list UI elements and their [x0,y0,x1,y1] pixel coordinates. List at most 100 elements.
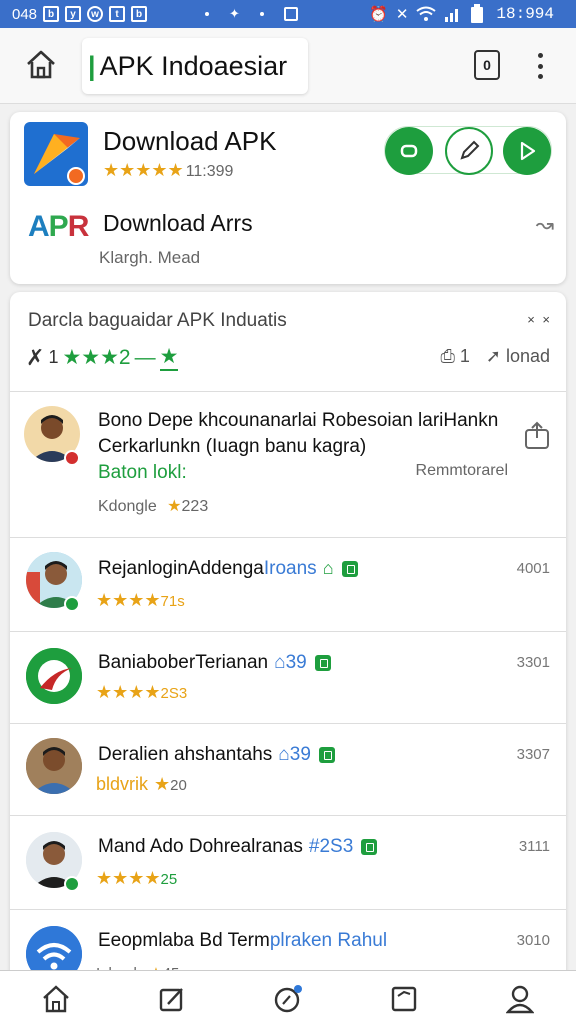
tag-icon [318,746,335,763]
post-name-text: BaniaboberTerianan [98,652,269,673]
post-name-text: Mand Ado Dohrealranas [98,836,303,857]
sub-app-title[interactable]: Download Arrs [103,210,253,237]
post-name-accent[interactable]: 39 [290,744,311,765]
nav-tabs[interactable] [388,983,420,1015]
house-icon: ⌂ [322,558,334,578]
post-rating: 71s [160,593,185,610]
listing-title: Darcla baguaidar APK Induatis [28,310,287,331]
app-logo[interactable] [24,122,88,186]
listing-header: Darcla baguaidar APK Induatis × × ✗ 1 ★★… [10,292,566,392]
post-name-accent[interactable]: plraken Rahul [270,930,387,951]
play-button[interactable] [503,127,551,175]
close-button[interactable]: × × [527,312,552,327]
notification-icon: b [43,6,60,22]
post-highlight[interactable]: Baton lokl: [98,462,187,484]
list-item[interactable]: BaniaboberTerianan ⌂39 ★★★★2S3 3301 [10,632,566,724]
play-icon [520,141,536,161]
post-count: 3111 [518,838,550,855]
post-rating: 2S3 [160,685,188,702]
list-item[interactable]: Deralien ahshantahs ⌂39 bldvrik ★20 3307 [10,724,566,816]
status-time: 18:994 [496,5,554,23]
post-action[interactable]: Remmtorarel [416,462,508,480]
signal-icon [445,9,459,22]
wifi-icon [416,6,437,21]
app-rating: ★★★★★ 11:399 [103,160,233,181]
post-title-line1: Bono Depe khcounanarlai Robesoian lariHa… [98,410,499,431]
home-button[interactable] [24,48,58,82]
listing-card: Darcla baguaidar APK Induatis × × ✗ 1 ★★… [10,292,566,982]
tab-switcher-button[interactable]: 0 [474,50,500,80]
status-bar: 048 b y w t b ✦ ⏰ ✕ 18:994 [0,0,576,28]
rating-stars: ★★★2 [62,346,131,369]
post-count: 3307 [516,746,550,763]
share-label: lonad [505,346,550,366]
browser-toolbar: | APK Indoaesiar 0 [0,28,576,104]
edit-button[interactable] [445,127,493,175]
bookmark-button[interactable]: ⎙ 1 [440,346,469,367]
open-button[interactable] [385,127,433,175]
tabs-icon [391,986,417,1012]
chevron-right-icon[interactable]: ↝ [536,212,554,238]
star-icon: ★ [154,774,171,794]
post-name-accent[interactable]: 39 [286,652,307,673]
tag-icon [361,838,378,855]
rating-prefix: 1 [48,347,59,367]
bookmark-count: 1 [459,346,470,366]
rating-count: 11:399 [185,163,234,180]
nav-explore[interactable] [272,983,304,1015]
nav-profile[interactable] [504,983,536,1015]
share-icon[interactable] [522,420,552,455]
tag-icon [314,654,331,671]
post-rating-line: bldvrik ★20 [96,774,187,795]
post-title-line2: Cerkarlunkn (Iuagn banu kagra) [98,436,367,457]
post-count: 3010 [516,932,550,949]
post-meta-text: Kdongle [98,498,157,515]
apr-logo: APR [28,210,89,243]
star-rating: ★★★★ [96,682,161,702]
overflow-menu-button[interactable] [530,50,550,82]
alarm-icon: ⏰ [369,6,388,23]
url-bar[interactable]: | APK Indoaesiar [82,38,308,94]
home-icon [43,985,69,1013]
post-count: 4001 [516,560,550,577]
tag-icon [341,560,358,577]
post-rating-line: ★★★★2S3 [96,682,187,703]
post-stars-text: bldvrik [96,774,149,794]
tab-count: 0 [483,57,491,73]
house-icon: ⌂ [278,744,290,765]
verified-badge-icon [64,450,80,466]
share-button[interactable]: ➚ lonad [486,346,550,367]
mute-icon: ✕ [395,6,409,23]
notification-icon: y [65,6,82,22]
star-rating: ★★★★★ [103,160,184,180]
post-rating: 223 [181,498,209,515]
post-rating: 25 [160,871,178,888]
bottom-navigation [0,970,576,1024]
notification-icon: w [87,6,104,22]
open-icon [400,144,418,158]
secure-icon: | [88,50,96,81]
post-name-accent[interactable]: Iroans [264,558,317,579]
cross-icon[interactable]: ✗ [26,345,44,371]
post-title: Deralien ahshantahs ⌂39 [98,744,335,766]
app-avatar [26,648,82,704]
post-rating-line: ★★★★25 [96,868,177,889]
nav-home[interactable] [40,983,72,1015]
verified-badge-icon [64,876,80,892]
post-name-accent[interactable]: #2S3 [309,836,353,857]
post-name-text: Eeopmlaba Bd Term [98,930,270,951]
listing-tools: ⎙ 1 ➚ lonad [440,346,550,367]
verified-badge-icon [64,596,80,612]
app-title[interactable]: Download APK [103,126,276,157]
battery-icon [471,4,484,23]
notification-icon: t [109,6,126,22]
listing-rating: ✗ 1 ★★★2 — ★ [26,344,179,371]
notification-icon: b [131,6,148,22]
list-item[interactable]: RejanloginAddengaIroans ⌂ ★★★★71s 4001 [10,538,566,632]
post-name-text: RejanloginAddenga [98,558,264,579]
list-item[interactable]: Mand Ado Dohrealranas #2S3 ★★★★25 3111 [10,816,566,910]
list-item[interactable]: Bono Depe khcounanarlai Robesoian lariHa… [10,392,566,538]
post-title: Eeopmlaba Bd Termplraken Rahul [98,930,387,952]
nav-edit[interactable] [156,983,188,1015]
compass-icon [274,985,302,1013]
